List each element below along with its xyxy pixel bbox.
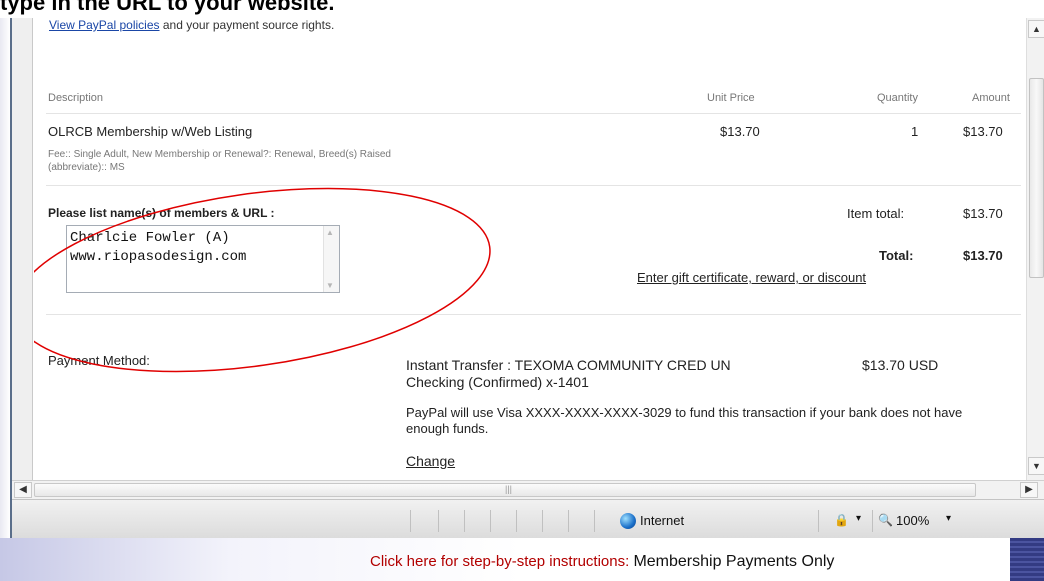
window-left-frame (12, 18, 33, 480)
members-text[interactable]: Charlcie Fowler (A) www.riopasodesign.co… (70, 229, 315, 267)
item-name: OLRCB Membership w/Web Listing (48, 124, 253, 139)
zoom-arrow-icon[interactable]: ▾ (946, 513, 951, 524)
security-arrow-icon[interactable]: ▾ (856, 513, 861, 524)
instructions-link-prefix[interactable]: Click here for step-by-step instructions… (370, 553, 633, 570)
members-textarea[interactable]: Charlcie Fowler (A) www.riopasodesign.co… (66, 225, 340, 293)
scroll-right-icon[interactable]: ▶ (1020, 482, 1038, 498)
status-bar: Internet 🔒 ▾ 🔍 100% ▾ (12, 499, 1044, 539)
payment-method-line2: Checking (Confirmed) x-1401 (406, 374, 589, 390)
status-divider (410, 510, 411, 532)
globe-icon (620, 513, 636, 529)
status-divider (818, 510, 819, 532)
textarea-scrollbar[interactable]: ▲ ▼ (323, 226, 339, 292)
left-decoration (0, 18, 10, 558)
horizontal-scroll-thumb[interactable]: ||| (34, 483, 976, 497)
instructions-link[interactable]: Click here for step-by-step instructions… (370, 553, 834, 571)
horizontal-scrollbar[interactable]: ◀ ||| ▶ (12, 480, 1044, 499)
zone-label: Internet (640, 513, 685, 528)
vertical-scroll-thumb[interactable] (1029, 78, 1044, 278)
scroll-left-icon[interactable]: ◀ (14, 482, 32, 498)
status-divider (872, 510, 873, 532)
status-divider (568, 510, 569, 532)
col-description: Description (48, 92, 104, 104)
payment-amount: $13.70 USD (862, 357, 939, 373)
item-total-value: $13.70 (963, 206, 1003, 221)
item-divider (46, 185, 1021, 186)
lock-icon[interactable]: 🔒 (834, 513, 849, 527)
vertical-scrollbar[interactable]: ▲ ▼ (1026, 18, 1044, 480)
item-quantity: 1 (911, 124, 919, 139)
members-label: Please list name(s) of members & URL : (48, 206, 275, 220)
checkout-page: View PayPal policies and your payment so… (34, 18, 1026, 480)
item-total-label: Item total: (847, 206, 905, 221)
payment-divider (46, 314, 1021, 315)
status-divider (438, 510, 439, 532)
col-quantity: Quantity (877, 92, 918, 104)
zoom-level[interactable]: 100% (896, 513, 929, 528)
status-divider (464, 510, 465, 532)
fee-line-2: (abbreviate):: MS (48, 162, 125, 173)
policy-line: View PayPal policies and your payment so… (49, 18, 334, 32)
fee-line-1: Fee:: Single Adult, New Membership or Re… (48, 149, 391, 160)
total-label: Total: (879, 248, 914, 263)
instructions-link-bold[interactable]: Membership Payments Only (633, 553, 834, 570)
change-payment-link[interactable]: Change (406, 453, 455, 469)
item-fee-details: Fee:: Single Adult, New Membership or Re… (48, 148, 568, 174)
status-divider (516, 510, 517, 532)
gift-certificate-link[interactable]: Enter gift certificate, reward, or disco… (637, 270, 866, 285)
view-policies-link[interactable]: View PayPal policies (49, 18, 160, 32)
scroll-up-icon[interactable]: ▲ (1028, 20, 1044, 38)
instruction-caption: type in the URL to your website. (0, 0, 335, 15)
payment-note-line1: PayPal will use Visa XXXX-XXXX-XXXX-3029… (406, 405, 963, 420)
header-divider (46, 113, 1021, 114)
col-unit-price: Unit Price (707, 92, 755, 104)
payment-method-line1: Instant Transfer : TEXOMA COMMUNITY CRED… (406, 357, 731, 373)
item-unit-price: $13.70 (720, 124, 760, 139)
status-divider (542, 510, 543, 532)
corner-decoration (1010, 538, 1044, 581)
textarea-scroll-down-icon[interactable]: ▼ (326, 281, 334, 290)
textarea-scroll-up-icon[interactable]: ▲ (326, 228, 334, 237)
status-divider (490, 510, 491, 532)
status-divider (594, 510, 595, 532)
policy-rest-text: and your payment source rights. (159, 18, 335, 32)
total-value: $13.70 (963, 248, 1003, 263)
magnifier-icon[interactable]: 🔍 (878, 513, 893, 527)
scroll-down-icon[interactable]: ▼ (1028, 457, 1044, 475)
payment-method-label: Payment Method: (48, 353, 150, 368)
item-amount: $13.70 (963, 124, 1003, 139)
payment-note-line2: enough funds. (406, 421, 489, 436)
col-amount: Amount (972, 92, 1010, 104)
